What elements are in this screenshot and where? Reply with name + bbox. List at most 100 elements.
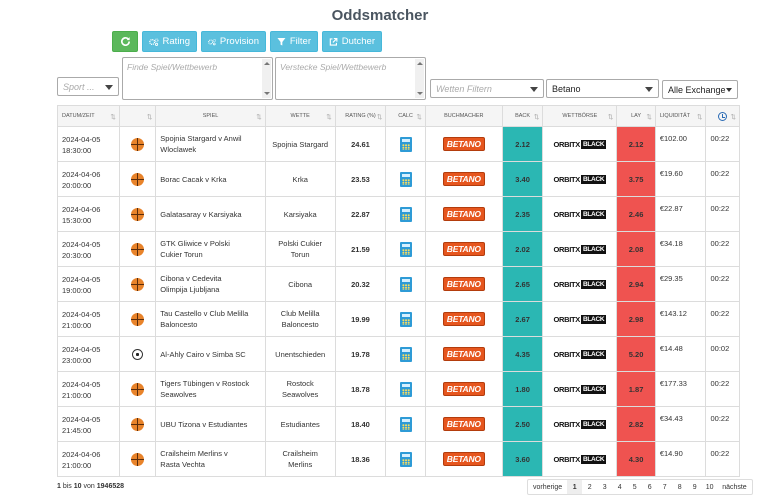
calc-cell[interactable] (385, 371, 426, 407)
table-row[interactable]: 2024-04-05 21:00:00 Tigers Tübingen v Rost… (57, 371, 740, 407)
rating-button[interactable]: Rating (142, 31, 197, 52)
col-liquidity-header[interactable]: Liquidität ⇅ (654, 105, 707, 127)
exchange-cell[interactable]: ORBITX BLACK (542, 161, 618, 197)
prev-page-button[interactable]: vorherige (528, 480, 567, 494)
calc-cell[interactable] (385, 196, 426, 232)
bookmaker-logo[interactable]: BETANO (442, 417, 485, 431)
bookmaker-logo[interactable]: BETANO (442, 452, 485, 466)
calculator-icon[interactable] (399, 346, 412, 362)
find-game-input[interactable]: Finde Spiel/Wettbewerb (122, 57, 273, 100)
calculator-icon[interactable] (399, 451, 412, 467)
bets-filter-select[interactable]: Wetten Filtern (430, 79, 544, 98)
table-row[interactable]: 2024-04-06 21:00:00 Crailsheim Merlins v Ra… (57, 441, 740, 477)
bookmaker-select[interactable]: Betano (546, 79, 659, 98)
bookmaker-logo[interactable]: BETANO (442, 347, 485, 361)
exchange-cell[interactable]: ORBITX BLACK (542, 441, 618, 477)
exchange-logo[interactable]: ORBITX BLACK (553, 384, 607, 394)
page-button[interactable]: 9 (687, 480, 702, 494)
exchange-cell[interactable]: ORBITX BLACK (542, 301, 618, 337)
bookmaker-cell[interactable]: BETANO (424, 301, 503, 337)
calc-cell[interactable] (385, 266, 426, 302)
bookmaker-cell[interactable]: BETANO (424, 196, 503, 232)
exchange-cell[interactable]: ORBITX BLACK (542, 126, 618, 162)
col-back-header[interactable]: Back ⇅ (501, 105, 544, 127)
exchange-cell[interactable]: ORBITX BLACK (542, 196, 618, 232)
hide-game-input[interactable]: Verstecke Spiel/Wettbewerb (275, 57, 426, 100)
provision-button[interactable]: Provision (201, 31, 266, 52)
bookmaker-cell[interactable]: BETANO (424, 231, 503, 267)
bookmaker-logo[interactable]: BETANO (442, 382, 485, 396)
calculator-icon[interactable] (399, 381, 412, 397)
bookmaker-cell[interactable]: BETANO (424, 441, 503, 477)
bookmaker-cell[interactable]: BETANO (424, 126, 503, 162)
bookmaker-cell[interactable]: BETANO (424, 371, 503, 407)
exchange-cell[interactable]: ORBITX BLACK (542, 231, 618, 267)
next-page-button[interactable]: nächste (717, 480, 752, 494)
table-row[interactable]: 2024-04-05 23:00:00 Al-Ahly Cairo v Simba … (57, 336, 740, 372)
page-button[interactable]: 10 (702, 480, 717, 494)
calculator-icon[interactable] (399, 311, 412, 327)
exchange-logo[interactable]: ORBITX BLACK (553, 209, 607, 219)
col-bookmaker-header[interactable]: Buchmacher (424, 105, 503, 127)
bookmaker-cell[interactable]: BETANO (424, 161, 503, 197)
page-button[interactable]: 7 (657, 480, 672, 494)
calc-cell[interactable] (385, 406, 426, 442)
bookmaker-logo[interactable]: BETANO (442, 312, 485, 326)
exchange-select[interactable]: Alle Exchange (662, 80, 738, 99)
table-row[interactable]: 2024-04-06 15:30:00 Galatasaray v Karsiyak… (57, 196, 740, 232)
bookmaker-logo[interactable]: BETANO (442, 207, 485, 221)
exchange-logo[interactable]: ORBITX BLACK (553, 419, 607, 429)
col-time-header[interactable]: ⇅ (705, 105, 740, 127)
page-button[interactable]: 1 (567, 480, 583, 494)
table-row[interactable]: 2024-04-05 21:00:00 Tau Castello v Club Me… (57, 301, 740, 337)
col-calc-header[interactable]: Calc ⇅ (385, 105, 426, 127)
exchange-logo[interactable]: ORBITX BLACK (553, 349, 607, 359)
bookmaker-logo[interactable]: BETANO (442, 137, 485, 151)
page-button[interactable]: 5 (627, 480, 642, 494)
col-rating-header[interactable]: Rating (%) ⇅ (334, 105, 387, 127)
col-sport-header[interactable]: ⇅ (118, 105, 157, 127)
table-row[interactable]: 2024-04-05 21:45:00 UBU Tizona v Estudiant… (57, 406, 740, 442)
bookmaker-logo[interactable]: BETANO (442, 242, 485, 256)
page-button[interactable]: 6 (642, 480, 657, 494)
calculator-icon[interactable] (399, 416, 412, 432)
exchange-logo[interactable]: ORBITX BLACK (553, 314, 607, 324)
scrollbar[interactable] (262, 59, 271, 98)
scrollbar[interactable] (415, 59, 424, 98)
table-row[interactable]: 2024-04-06 20:00:00 Borac Cacak v Krka Krka… (57, 161, 740, 197)
col-exchange-header[interactable]: Wettbörse ⇅ (542, 105, 618, 127)
exchange-logo[interactable]: ORBITX BLACK (553, 174, 607, 184)
col-game-header[interactable]: Spiel ⇅ (155, 105, 266, 127)
bookmaker-cell[interactable]: BETANO (424, 336, 503, 372)
calc-cell[interactable] (385, 231, 426, 267)
table-row[interactable]: 2024-04-05 19:00:00 Cibona v Cedevita Olimp… (57, 266, 740, 302)
calculator-icon[interactable] (399, 136, 412, 152)
bookmaker-logo[interactable]: BETANO (442, 172, 485, 186)
exchange-cell[interactable]: ORBITX BLACK (542, 336, 618, 372)
calc-cell[interactable] (385, 126, 426, 162)
sport-select[interactable]: Sport ... (57, 77, 119, 96)
exchange-logo[interactable]: ORBITX BLACK (553, 244, 607, 254)
refresh-button[interactable] (112, 31, 138, 52)
col-lay-header[interactable]: Lay ⇅ (616, 105, 656, 127)
col-date-header[interactable]: Datum/Zeit ⇅ (57, 105, 120, 127)
bookmaker-logo[interactable]: BETANO (442, 277, 485, 291)
exchange-cell[interactable]: ORBITX BLACK (542, 406, 618, 442)
bookmaker-cell[interactable]: BETANO (424, 406, 503, 442)
calculator-icon[interactable] (399, 241, 412, 257)
page-button[interactable]: 4 (612, 480, 627, 494)
filter-button[interactable]: Filter (270, 31, 318, 52)
exchange-cell[interactable]: ORBITX BLACK (542, 266, 618, 302)
bookmaker-cell[interactable]: BETANO (424, 266, 503, 302)
exchange-logo[interactable]: ORBITX BLACK (553, 279, 607, 289)
calculator-icon[interactable] (399, 206, 412, 222)
table-row[interactable]: 2024-04-05 18:30:00 Spojnia Stargard v Anw… (57, 126, 740, 162)
calc-cell[interactable] (385, 441, 426, 477)
col-bet-header[interactable]: Wette ⇅ (264, 105, 336, 127)
dutcher-button[interactable]: Dutcher (322, 31, 382, 52)
calc-cell[interactable] (385, 161, 426, 197)
page-button[interactable]: 3 (597, 480, 612, 494)
table-row[interactable]: 2024-04-05 20:30:00 GTK Gliwice v Polski Cu… (57, 231, 740, 267)
page-button[interactable]: 8 (672, 480, 687, 494)
exchange-logo[interactable]: ORBITX BLACK (553, 139, 607, 149)
